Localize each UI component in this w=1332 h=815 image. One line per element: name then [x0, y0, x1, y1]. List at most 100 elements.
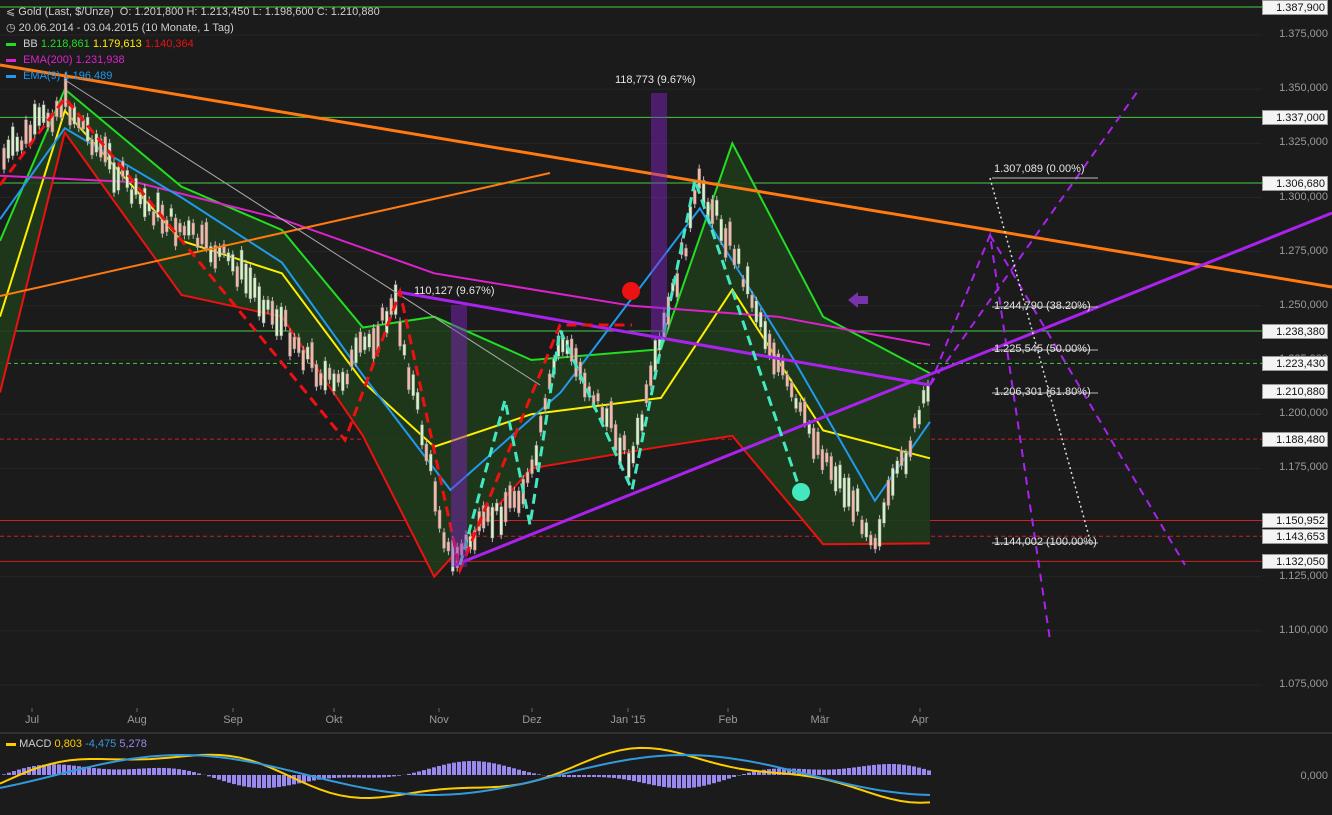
candle-body — [596, 393, 600, 402]
candle-body — [785, 374, 789, 387]
candle-body — [869, 534, 873, 546]
legend-ema200-row: EMA(200) 1.231,938 — [6, 52, 380, 68]
candle-body — [191, 222, 195, 236]
macd-histogram-bar — [462, 761, 466, 775]
candle-body — [2, 147, 6, 170]
candle-body — [609, 401, 613, 429]
y-tick-label: 1.125,000 — [1279, 569, 1328, 582]
macd-histogram-bar — [392, 775, 396, 777]
candle-body — [41, 104, 46, 124]
macd-histogram-bar — [817, 769, 821, 775]
candle-body — [77, 116, 81, 129]
macd-histogram-bar — [437, 765, 441, 775]
y-tick-label: 1.100,000 — [1279, 623, 1328, 636]
macd-histogram-bar — [587, 775, 591, 777]
macd-histogram-bar — [367, 775, 371, 778]
y-tick-label: 1.350,000 — [1279, 82, 1328, 95]
macd-histogram-bar — [47, 764, 51, 775]
candle-body — [926, 383, 930, 402]
candle-body — [613, 424, 618, 451]
macd-histogram-bar — [917, 767, 921, 775]
macd-histogram-bar — [612, 775, 616, 779]
candle-body — [6, 139, 11, 159]
candle-body — [737, 248, 741, 265]
macd-histogram-bar — [152, 768, 156, 775]
candle-body — [116, 166, 121, 191]
clock-icon: ◷ — [6, 22, 16, 34]
legend-bb-v2: 1.179,613 — [92, 38, 142, 50]
macd-histogram-bar — [522, 770, 526, 775]
macd-histogram-bar — [722, 775, 726, 781]
macd-histogram-bar — [672, 775, 676, 789]
candle-body — [407, 366, 411, 391]
candle-body — [305, 346, 310, 360]
macd-histogram-bar — [92, 768, 96, 775]
candle-body — [429, 453, 433, 472]
candle-body — [543, 397, 547, 410]
candle-body — [763, 320, 767, 350]
candle-body — [882, 502, 886, 524]
macd-histogram-bar — [127, 769, 131, 775]
candle-body — [420, 424, 424, 446]
y-tick-label: 1.075,000 — [1279, 678, 1328, 690]
candle-body — [508, 485, 512, 509]
price-tag: 1.223,430 — [1262, 356, 1328, 372]
macd-histogram-bar — [277, 775, 281, 787]
candle-body — [363, 336, 367, 351]
macd-histogram-bar — [107, 769, 111, 775]
candle-body — [129, 189, 134, 205]
macd-histogram-bar — [237, 775, 241, 786]
macd-histogram-bar — [377, 775, 381, 778]
candle-body — [187, 220, 191, 236]
candle-body — [539, 415, 543, 433]
legend-ema200-value: 1.231,938 — [75, 54, 125, 66]
macd-zero-label: 0,000 — [1300, 770, 1328, 782]
macd-histogram-bar — [487, 762, 491, 775]
macd-histogram-bar — [707, 775, 711, 785]
candle-body — [798, 401, 803, 413]
macd-histogram-bar — [687, 775, 691, 788]
candle-body — [807, 423, 811, 435]
candle-body — [319, 372, 323, 386]
fib-label: 1.144,002 (100.00%) — [994, 536, 1097, 548]
macd-histogram-bar — [602, 775, 606, 778]
legend-period-row: ◷ 20.06.2014 - 03.04.2015 (10 Monate, 1 … — [6, 20, 380, 36]
x-tick-label: Sep — [223, 714, 243, 726]
candle-body — [424, 443, 429, 462]
macd-line — [0, 746, 931, 804]
macd-histogram-bar — [242, 775, 246, 787]
candle-body — [750, 294, 754, 309]
candle-body — [270, 300, 275, 325]
macd-histogram-bar — [747, 772, 751, 775]
macd-histogram-bar — [252, 775, 256, 788]
candle-body — [921, 389, 926, 404]
legend-ema9-value: 1.196,489 — [63, 70, 113, 82]
candle-body — [534, 444, 539, 467]
macd-histogram-bar — [507, 766, 511, 775]
candle-body — [336, 373, 341, 383]
macd-histogram-bar — [362, 775, 366, 778]
candle-body — [253, 277, 257, 298]
legend-ema200-label: EMA(200) — [23, 54, 73, 66]
macd-histogram-bar — [492, 763, 496, 775]
macd-histogram-bar — [642, 775, 646, 784]
candle-body — [803, 401, 807, 424]
candle-body — [855, 488, 860, 512]
candle-body — [226, 252, 231, 262]
macd-histogram-bar — [177, 769, 181, 775]
macd-histogram-bar — [422, 770, 426, 775]
macd-histogram-bar — [607, 775, 611, 778]
macd-histogram-bar — [467, 761, 471, 775]
macd-histogram-bar — [712, 775, 716, 784]
macd-histogram-bar — [647, 775, 651, 785]
candle-body — [367, 333, 371, 348]
candle-body — [635, 417, 640, 446]
candle-body — [627, 452, 631, 478]
macd-histogram-bar — [357, 775, 361, 778]
bb-swatch — [6, 42, 16, 46]
macd-histogram-bar — [67, 765, 71, 775]
candle-body — [200, 224, 204, 245]
candle-body — [820, 448, 825, 471]
candle-body — [851, 490, 855, 523]
macd-histogram-bar — [432, 767, 436, 775]
